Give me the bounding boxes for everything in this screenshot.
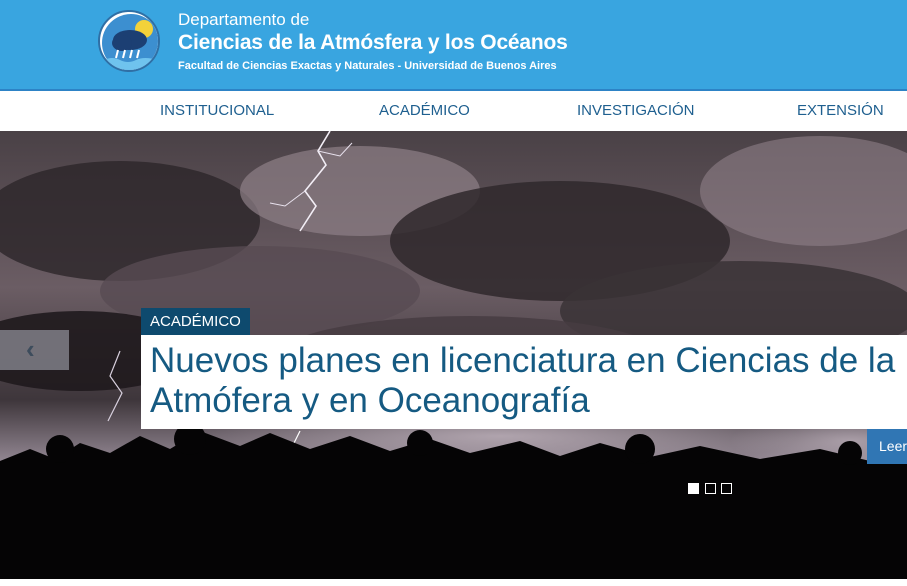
nav-item-investigacion[interactable]: INVESTIGACIÓN [577,102,695,119]
department-title-line1: Departamento de [178,10,310,29]
read-more-button[interactable]: Leer más [867,429,907,464]
slider-prev-button[interactable]: ‹ [0,330,69,370]
main-navigation: INSTITUCIONAL ACADÉMICO INVESTIGACIÓN EX… [0,89,907,131]
department-subtitle: Facultad de Ciencias Exactas y Naturales… [178,60,557,72]
site-header: Departamento de Ciencias de la Atmósfera… [0,0,907,89]
slide-category-badge[interactable]: ACADÉMICO [141,308,250,335]
slide-headline-line2: Atmófera y en Oceanografía [150,381,590,420]
slider-dot-2[interactable] [705,483,716,494]
department-logo-icon[interactable] [98,10,160,72]
slider-dot-3[interactable] [721,483,732,494]
slider-dot-1[interactable] [688,483,699,494]
nav-item-institucional[interactable]: INSTITUCIONAL [160,102,274,119]
nav-item-academico[interactable]: ACADÉMICO [379,102,470,119]
nav-item-extension[interactable]: EXTENSIÓN [797,102,884,119]
slide-headline[interactable]: Nuevos planes en licenciatura en Ciencia… [150,341,907,421]
chevron-left-icon: ‹ [26,334,35,364]
department-title-line2[interactable]: Ciencias de la Atmósfera y los Océanos [178,31,568,55]
slide-headline-line1: Nuevos planes en licenciatura en Ciencia… [150,341,896,380]
page-bottom-strip [0,579,907,586]
slide-headline-box: Nuevos planes en licenciatura en Ciencia… [141,335,907,429]
